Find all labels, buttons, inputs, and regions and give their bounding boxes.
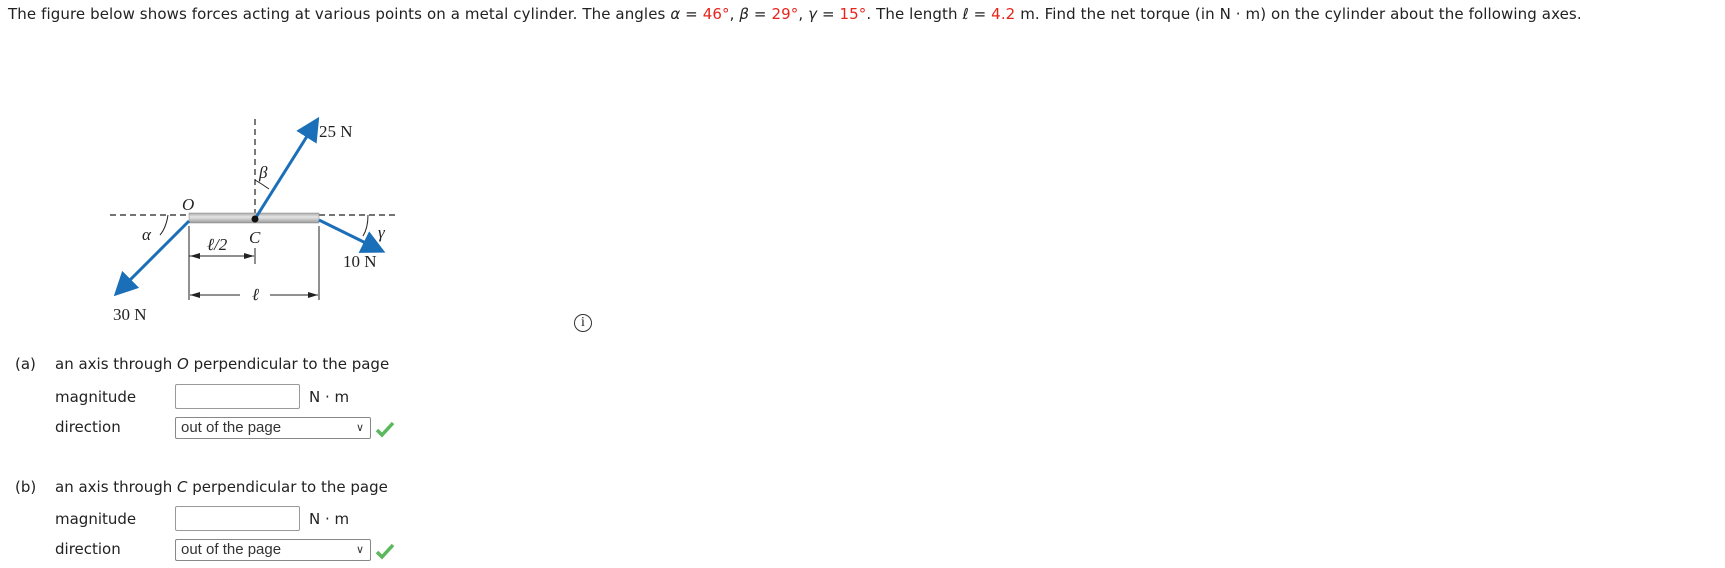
center-point bbox=[251, 215, 259, 223]
magnitude-label: magnitude bbox=[55, 388, 137, 406]
label-25n: 25 N bbox=[319, 122, 353, 141]
chevron-down-icon: ∨ bbox=[355, 544, 364, 556]
label-c: C bbox=[249, 228, 261, 247]
label-half-length: ℓ/2 bbox=[207, 235, 228, 254]
direction-label: direction bbox=[55, 540, 121, 558]
label-beta: β bbox=[258, 163, 268, 182]
label-alpha: α bbox=[142, 225, 152, 244]
part-b-prompt: an axis through C perpendicular to the p… bbox=[55, 478, 388, 496]
label-gamma: γ bbox=[378, 223, 386, 242]
magnitude-input-b[interactable] bbox=[175, 506, 300, 531]
magnitude-input-a[interactable] bbox=[175, 384, 300, 409]
direction-select-a[interactable]: out of the page ∨ bbox=[175, 417, 371, 439]
label-30n: 30 N bbox=[113, 305, 147, 324]
gamma-arc bbox=[362, 214, 369, 237]
magnitude-label: magnitude bbox=[55, 510, 137, 528]
label-10n: 10 N bbox=[343, 252, 377, 271]
alpha-arc bbox=[159, 214, 169, 236]
chevron-down-icon: ∨ bbox=[355, 422, 364, 434]
unit-label: N · m bbox=[309, 388, 350, 406]
check-icon bbox=[375, 421, 395, 438]
label-o: O bbox=[182, 195, 194, 214]
direction-select-b[interactable]: out of the page ∨ bbox=[175, 539, 371, 561]
info-icon[interactable]: i bbox=[574, 314, 592, 332]
force-arrow-10n bbox=[318, 218, 386, 253]
direction-label: direction bbox=[55, 418, 121, 436]
part-b-label: (b) bbox=[15, 478, 37, 496]
part-a-prompt: an axis through O perpendicular to the p… bbox=[55, 355, 390, 373]
check-icon bbox=[375, 543, 395, 560]
unit-label: N · m bbox=[309, 510, 350, 528]
cylinder-force-figure: 25 N 30 N 10 N O C ℓ/2 ℓ α β γ bbox=[110, 116, 398, 324]
part-a-label: (a) bbox=[15, 355, 36, 373]
force-arrow-30n bbox=[113, 219, 191, 297]
label-length: ℓ bbox=[252, 285, 259, 304]
